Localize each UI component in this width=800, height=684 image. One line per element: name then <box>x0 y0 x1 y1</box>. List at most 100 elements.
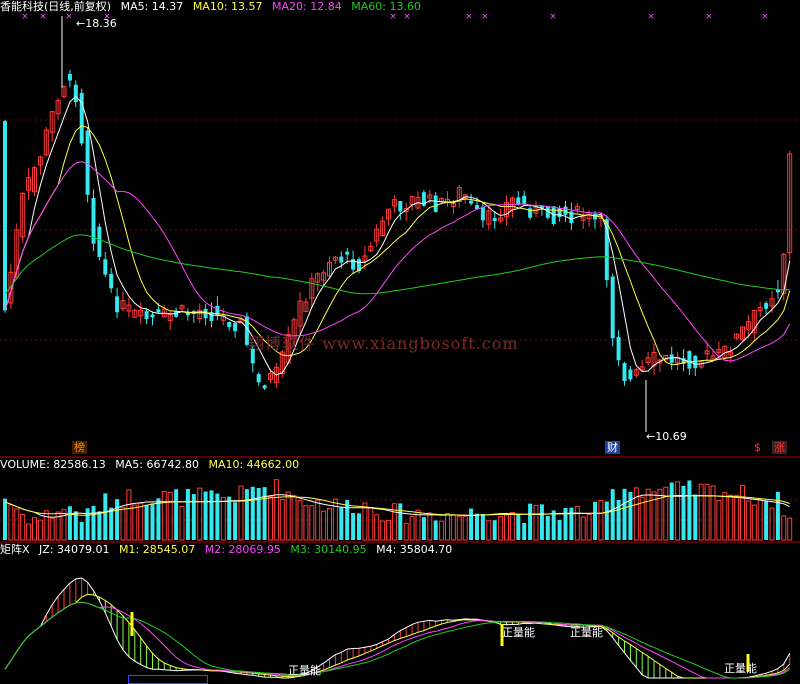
x-marker-icon: ✕ <box>648 11 655 22</box>
volume-bar <box>610 489 615 540</box>
volume-bar <box>109 507 114 540</box>
candle-body <box>3 121 7 311</box>
volume-bar <box>103 493 108 540</box>
volume-bar <box>445 513 450 541</box>
volume-bar <box>480 513 485 540</box>
volume-bar <box>191 494 196 540</box>
indicator-name: 矩阵X <box>0 543 30 556</box>
candle-body <box>156 309 161 313</box>
volume-bar <box>67 506 72 540</box>
x-marker-icon: ✕ <box>66 11 73 22</box>
candle-body <box>469 200 474 204</box>
volume-bar <box>633 487 639 541</box>
volume-bar <box>380 520 386 541</box>
volume-bar <box>421 517 426 540</box>
volume-bar <box>439 520 445 541</box>
volume-bar <box>740 484 745 541</box>
volume-bar <box>8 504 14 541</box>
volume-bar <box>675 481 681 541</box>
volume-value: VOLUME: 82586.13 <box>0 458 106 471</box>
candle-body <box>557 208 562 217</box>
signal-label-4: 正量能 <box>724 662 757 675</box>
volume-bar <box>156 498 161 540</box>
volume-bar <box>492 520 497 540</box>
candle-body <box>144 311 149 320</box>
volume-bar <box>645 488 651 541</box>
candle-body <box>687 351 692 369</box>
volume-bar <box>728 494 734 541</box>
x-marker-icon: ✕ <box>762 11 769 22</box>
bang-badge[interactable]: 榜 <box>72 441 87 454</box>
volume-bar <box>309 505 315 541</box>
volume-bar <box>339 507 344 540</box>
volume-bar <box>545 515 550 540</box>
x-marker-icon: ✕ <box>482 11 489 22</box>
volume-bar <box>769 507 775 541</box>
volume-bar <box>115 499 120 540</box>
watermark-text: 翔博软件 www.xiangbosoft.com <box>248 334 519 353</box>
volume-bar <box>174 489 179 540</box>
high-price-label: ←18.36 <box>76 17 117 30</box>
x-marker-icon: ✕ <box>22 11 29 22</box>
candle-body <box>669 354 674 363</box>
ma10-line <box>4 125 791 366</box>
candle-body <box>97 226 102 257</box>
date-range-box[interactable] <box>128 675 208 684</box>
candle-body <box>628 369 633 380</box>
ma10-value: MA10: 13.57 <box>192 0 263 13</box>
volume-bar <box>386 520 391 541</box>
m2-value: M2: 28069.95 <box>204 543 281 556</box>
m1-value: M1: 28545.07 <box>119 543 196 556</box>
volume-bar <box>663 486 669 541</box>
candle-body <box>345 251 350 255</box>
candle-body <box>262 385 267 389</box>
volume-bar <box>734 494 740 541</box>
zhang-badge[interactable]: 涨 <box>772 441 787 454</box>
volume-bar <box>368 506 374 541</box>
volume-bar <box>398 503 403 540</box>
candle-body <box>492 218 497 222</box>
x-marker-icon: ✕ <box>390 11 397 22</box>
volume-bar <box>551 510 556 540</box>
volume-bar <box>291 495 297 541</box>
volume-bar <box>522 523 527 540</box>
ma5-value: MA5: 14.37 <box>120 0 184 13</box>
volume-bar <box>751 504 757 541</box>
volume-bar <box>509 512 515 541</box>
volume-ma10-value: MA10: 44662.00 <box>208 458 300 471</box>
indicator-header: 矩阵X JZ: 34079.01 M1: 28545.07 M2: 28069.… <box>0 543 458 557</box>
volume-bar <box>203 491 208 540</box>
volume-header: VOLUME: 82586.13 MA5: 66742.80 MA10: 446… <box>0 458 305 472</box>
volume-bar <box>764 500 769 540</box>
volume-bar <box>179 505 185 541</box>
volume-bar <box>97 511 102 540</box>
volume-bar <box>693 494 698 540</box>
volume-bar <box>593 501 597 540</box>
volume-bar <box>197 487 203 541</box>
cai-badge[interactable]: 财 <box>605 441 620 454</box>
volume-bar <box>569 507 574 540</box>
volume-bar <box>126 489 132 541</box>
volume-bar <box>781 515 787 541</box>
volume-bar <box>132 504 138 541</box>
volume-bar <box>391 503 397 541</box>
candle-body <box>616 337 621 361</box>
volume-bar <box>20 514 26 541</box>
volume-bar <box>120 506 126 541</box>
candle-body <box>622 363 627 382</box>
volume-bar <box>580 516 586 541</box>
signal-label-1: 正量能 <box>288 664 321 677</box>
x-marker-icon: ✕ <box>404 11 411 22</box>
dollar-badge[interactable]: $ <box>752 441 763 454</box>
volume-bar <box>486 520 492 541</box>
volume-bar <box>215 493 220 540</box>
volume-bar <box>351 512 356 540</box>
volume-bar <box>574 506 580 541</box>
volume-bar <box>43 510 49 541</box>
m3-value: M3: 30140.95 <box>290 543 367 556</box>
volume-bar <box>303 505 309 541</box>
candle-body <box>233 323 238 332</box>
volume-bar <box>704 483 710 541</box>
signal-label-2: 正量能 <box>502 626 535 639</box>
volume-bar <box>91 505 96 540</box>
